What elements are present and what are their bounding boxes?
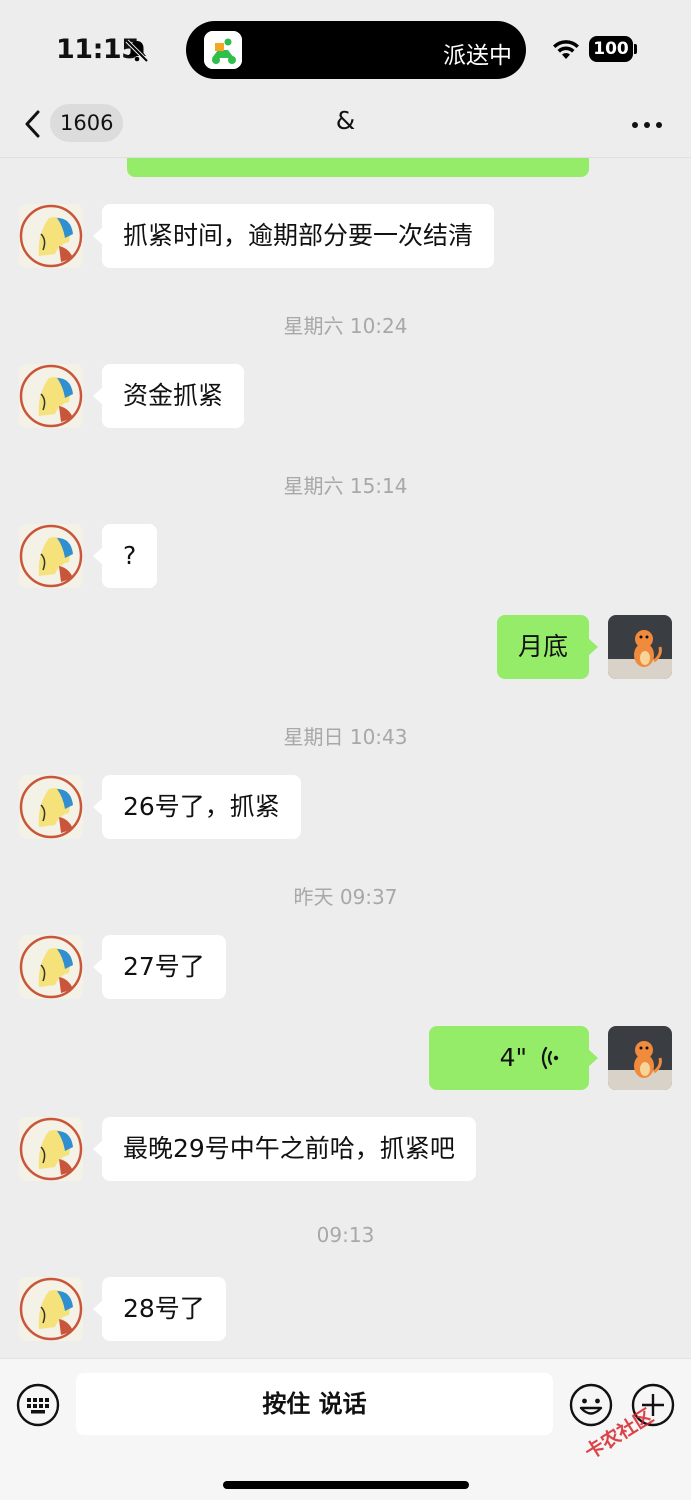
more-options-icon[interactable]	[630, 120, 664, 130]
message-list[interactable]: 抓紧时间，逾期部分要一次结清 星期六 10:24 资金抓紧 星期六 15:14 …	[0, 158, 691, 1358]
incoming-message[interactable]: 最晚29号中午之前哈，抓紧吧	[93, 1117, 476, 1181]
incoming-message[interactable]: 抓紧时间，逾期部分要一次结清	[92, 204, 495, 268]
keyboard-icon[interactable]	[16, 1383, 60, 1427]
my-avatar[interactable]	[608, 615, 672, 679]
contact-avatar[interactable]	[19, 364, 83, 428]
message-row: 月底	[0, 615, 691, 679]
voice-message[interactable]: 4"	[429, 1026, 598, 1090]
message-row: 最晚29号中午之前哈，抓紧吧	[0, 1117, 691, 1181]
message-row: 4"	[0, 1026, 691, 1090]
battery-tip	[634, 44, 637, 54]
message-timestamp: 09:13	[316, 1223, 375, 1247]
bell-muted-icon	[125, 39, 149, 63]
message-row: 28号了	[0, 1277, 691, 1341]
message-row: 26号了，抓紧	[0, 775, 691, 839]
incoming-message[interactable]: 26号了，抓紧	[93, 775, 301, 839]
outgoing-message[interactable]: 月底	[496, 615, 599, 679]
my-avatar[interactable]	[608, 1026, 672, 1090]
input-bar: 按住 说话	[0, 1358, 691, 1500]
incoming-message[interactable]: 27号了	[93, 935, 226, 999]
contact-avatar[interactable]	[19, 1277, 83, 1341]
contact-avatar[interactable]	[19, 524, 83, 588]
dynamic-island[interactable]: 派送中	[186, 21, 526, 79]
message-timestamp: 星期日 10:43	[283, 725, 408, 749]
wifi-icon	[553, 40, 579, 59]
chat-title: &	[335, 106, 356, 135]
contact-avatar[interactable]	[19, 775, 83, 839]
message-row: 抓紧时间，逾期部分要一次结清	[0, 204, 691, 268]
home-indicator[interactable]	[223, 1481, 469, 1489]
voice-duration: 4"	[499, 1043, 527, 1072]
hold-to-talk-button[interactable]: 按住 说话	[76, 1373, 553, 1435]
chat-header: 1606 &	[0, 92, 691, 158]
contact-avatar[interactable]	[19, 935, 83, 999]
message-timestamp: 昨天 09:37	[293, 885, 398, 909]
incoming-message[interactable]: 28号了	[93, 1277, 226, 1341]
contact-avatar[interactable]	[19, 204, 83, 268]
message-bubble-cut-off[interactable]	[127, 158, 589, 177]
message-timestamp: 星期六 10:24	[283, 314, 408, 338]
message-row: 27号了	[0, 935, 691, 999]
voice-wave-icon	[541, 1046, 559, 1070]
status-bar: 11:15 派送中 100	[0, 0, 691, 92]
message-row: 资金抓紧	[0, 364, 691, 428]
message-row: ?	[0, 524, 691, 588]
live-activity-text: 派送中	[443, 43, 512, 69]
battery-indicator: 100	[589, 36, 633, 62]
incoming-message[interactable]: 资金抓紧	[92, 364, 245, 428]
incoming-message[interactable]: ?	[92, 524, 158, 588]
delivery-app-icon	[204, 31, 242, 69]
message-timestamp: 星期六 15:14	[283, 474, 408, 498]
contact-avatar[interactable]	[19, 1117, 83, 1181]
emoji-icon[interactable]	[569, 1383, 613, 1427]
